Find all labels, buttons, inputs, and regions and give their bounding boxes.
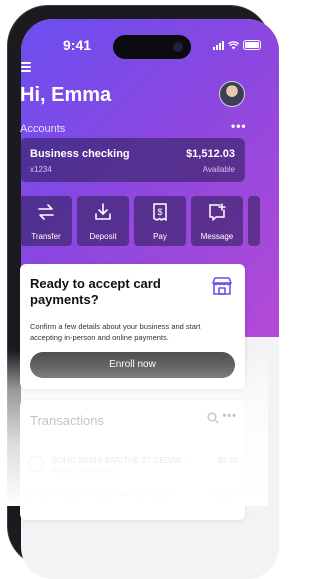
transaction-status: Pending · CHECKING: [52, 468, 116, 475]
deposit-button[interactable]: Deposit: [77, 196, 129, 246]
signal-icon: [213, 40, 224, 50]
transfer-icon: [38, 204, 54, 220]
transactions-more-button[interactable]: •••: [222, 410, 237, 422]
search-icon[interactable]: [207, 412, 219, 424]
transfer-button[interactable]: Transfer: [20, 196, 72, 246]
account-number: x1234: [30, 165, 52, 174]
deposit-label: Deposit: [89, 232, 117, 241]
status-time: 9:41: [63, 37, 92, 53]
avatar[interactable]: [219, 81, 245, 107]
dollar-icon: [28, 456, 44, 472]
quick-actions: Transfer Deposit $ Pay Message: [20, 196, 260, 246]
transaction-name: SOHO SUSHI BAR/THE ST CEDAR...: [52, 456, 189, 465]
transaction-name: WHOLE FOODS MARKET CHICA...: [52, 490, 182, 499]
transfer-label: Transfer: [31, 232, 61, 241]
transaction-row[interactable]: SOHO SUSHI BAR/THE ST CEDAR... $3.50 Pen…: [28, 452, 238, 480]
transaction-amount: $28.70: [213, 490, 238, 499]
promo-title: Ready to accept card payments?: [30, 276, 161, 307]
transactions-title: Transactions: [30, 413, 104, 428]
status-bar: 9:41: [21, 35, 279, 59]
deposit-icon: [95, 203, 111, 220]
message-label: Message: [200, 232, 234, 241]
transactions-card: Transactions ••• SOHO SUSHI BAR/THE ST C…: [20, 400, 245, 520]
more-actions-peek[interactable]: [248, 196, 260, 246]
promo-description: Confirm a few details about your busines…: [30, 322, 201, 342]
message-button[interactable]: Message: [191, 196, 243, 246]
wifi-icon: [228, 40, 239, 49]
system-icons: [213, 40, 261, 50]
svg-text:$: $: [157, 207, 162, 217]
hamburger-menu-icon[interactable]: [21, 62, 31, 74]
promo-card: Ready to accept card payments? Confirm a…: [20, 264, 245, 389]
transaction-amount: $3.50: [217, 456, 238, 465]
battery-icon: [243, 40, 261, 50]
greeting: Hi, Emma: [20, 84, 112, 106]
dynamic-island: [113, 35, 191, 59]
pay-label: Pay: [153, 232, 167, 241]
message-icon: [209, 203, 226, 221]
store-icon: [212, 277, 232, 295]
enroll-now-button[interactable]: Enroll now: [30, 352, 235, 378]
account-name: Business checking: [30, 148, 130, 160]
account-card[interactable]: Business checking x1234 $1,512.03 Availa…: [20, 138, 245, 182]
dollar-icon: [28, 490, 44, 506]
account-balance-label: Available: [202, 165, 235, 174]
pay-icon: $: [153, 203, 167, 221]
transaction-row[interactable]: WHOLE FOODS MARKET CHICA... $28.70: [28, 486, 238, 514]
account-balance: $1,512.03: [186, 148, 235, 160]
accounts-label: Accounts: [20, 123, 66, 135]
accounts-more-button[interactable]: •••: [231, 119, 247, 133]
pay-button[interactable]: $ Pay: [134, 196, 186, 246]
